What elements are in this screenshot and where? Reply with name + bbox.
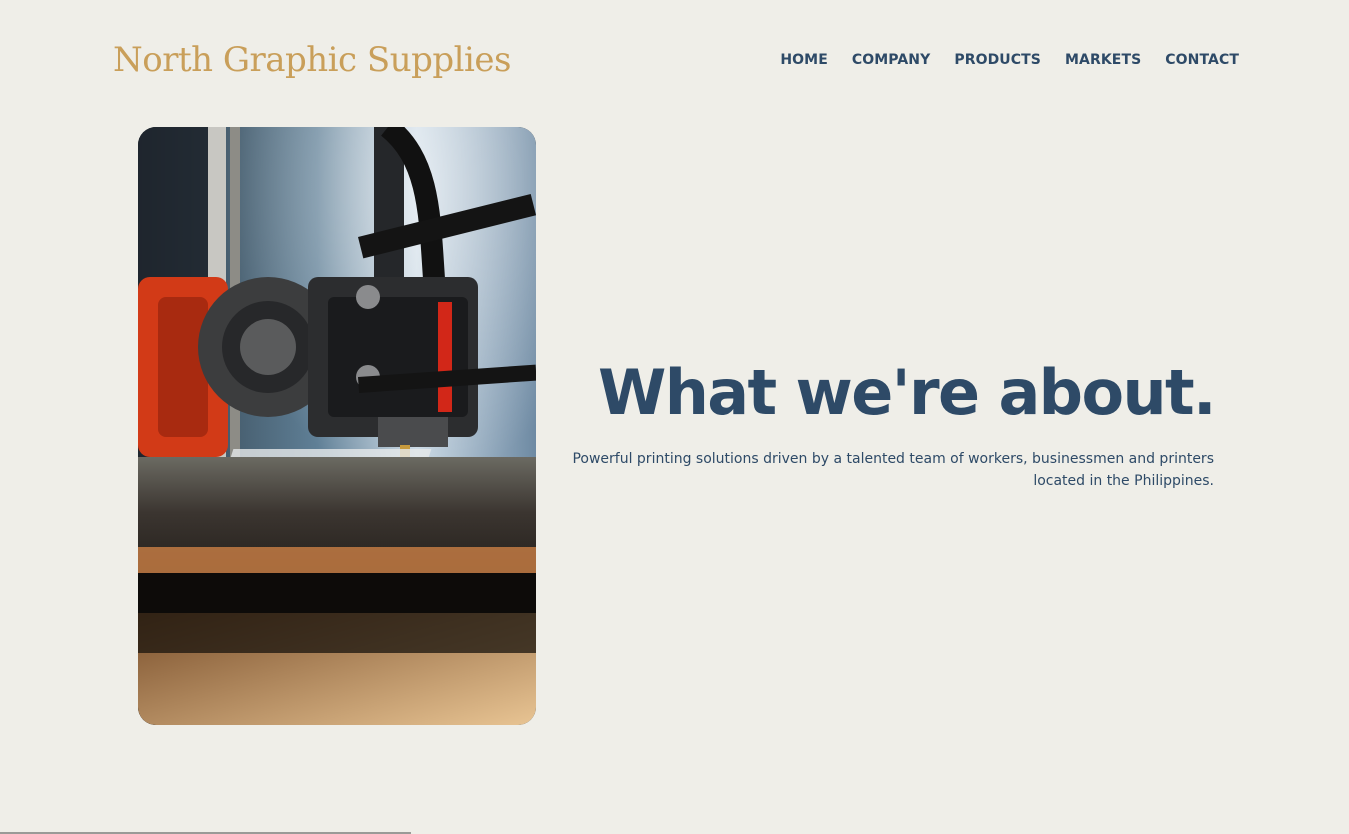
- nav-products[interactable]: PRODUCTS: [954, 52, 1041, 68]
- brand-logo[interactable]: North Graphic Supplies: [113, 36, 511, 84]
- nav-contact[interactable]: CONTACT: [1165, 52, 1239, 68]
- hero-headline: What we're about.: [597, 356, 1217, 429]
- main-nav: HOME COMPANY PRODUCTS MARKETS CONTACT: [780, 49, 1239, 71]
- nav-company[interactable]: COMPANY: [852, 52, 930, 68]
- nav-home[interactable]: HOME: [780, 52, 828, 68]
- hero-printer-image: [138, 127, 536, 725]
- hero-tagline: Powerful printing solutions driven by a …: [572, 451, 1214, 489]
- nav-markets[interactable]: MARKETS: [1065, 52, 1141, 68]
